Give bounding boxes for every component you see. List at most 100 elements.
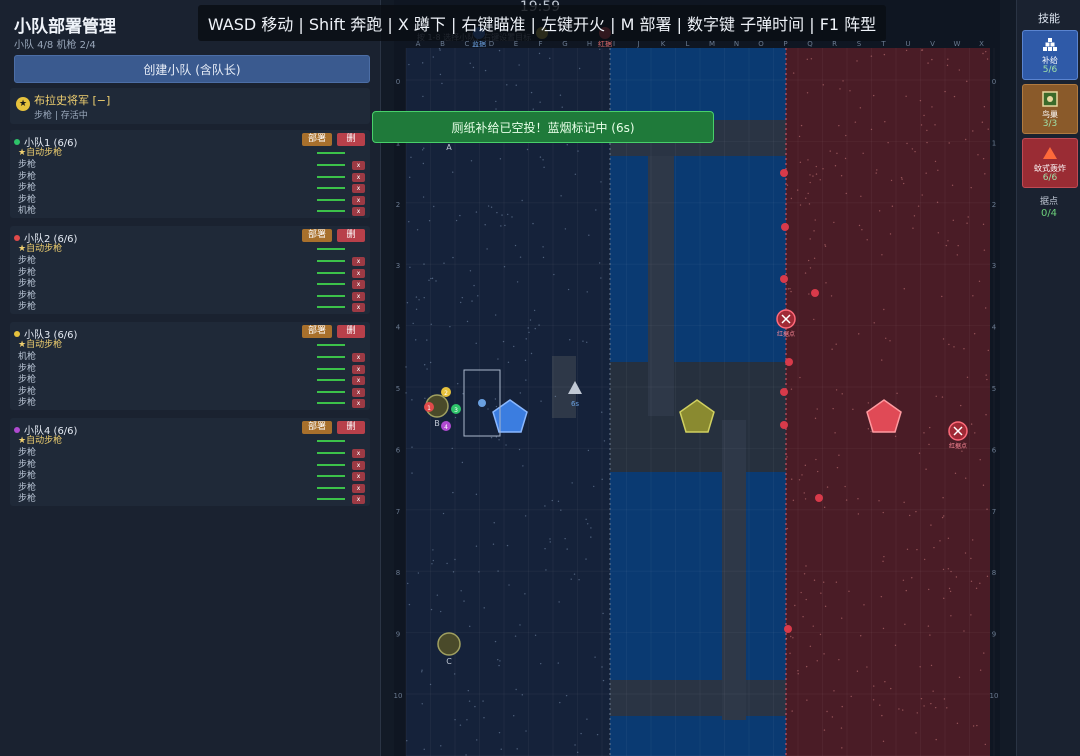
remove-member-button[interactable]: x [352, 161, 365, 170]
bird-nest-icon [1042, 91, 1058, 107]
remove-member-button[interactable]: x [352, 195, 365, 205]
terrain-speck [823, 653, 825, 655]
terrain-speck [926, 129, 928, 132]
terrain-speck [813, 230, 815, 232]
terrain-speck [947, 537, 950, 539]
squad-name: 小队3 (6/6) [24, 330, 78, 341]
grid-row-label: 7 [992, 508, 996, 516]
terrain-speck [571, 482, 573, 484]
terrain-speck [915, 510, 917, 513]
remove-member-button[interactable]: x [352, 483, 365, 493]
terrain-speck [566, 548, 568, 550]
delete-squad-button[interactable]: 删 [337, 421, 365, 434]
squad-card[interactable]: 小队2 (6/6) 部署删 ★自动步枪 步枪 x 步枪 x 步枪 x 步枪 x 步枪 x [10, 226, 370, 314]
remove-member-button[interactable]: x [352, 353, 365, 362]
skill-supply-button[interactable]: 补给 5/6 [1022, 30, 1078, 80]
terrain-speck [934, 160, 937, 163]
terrain-speck [953, 346, 955, 348]
terrain-speck [941, 295, 943, 298]
remove-member-button[interactable]: x [352, 280, 365, 289]
terrain-speck [454, 558, 456, 561]
deploy-button[interactable]: 部署 [302, 229, 332, 242]
skill-bird-nest-button[interactable]: 鸟巢 3/3 [1022, 84, 1078, 134]
squad-leader: ★自动步枪 [18, 340, 63, 350]
squad-card[interactable]: 小队4 (6/6) 部署删 ★自动步枪 步枪 x 步枪 x 步枪 x 步枪 x 步枪 x [10, 418, 370, 506]
remove-member-button[interactable]: x [352, 268, 365, 278]
remove-member-button[interactable]: x [352, 291, 365, 301]
terrain-speck [800, 124, 803, 127]
terrain-speck [882, 740, 885, 743]
terrain-speck [515, 688, 517, 691]
grid-row-label: 9 [396, 631, 400, 639]
remove-member-button[interactable]: x [352, 449, 365, 458]
grid-row-label: 6 [992, 446, 997, 454]
remove-member-button[interactable]: x [352, 460, 365, 470]
deploy-button[interactable]: 部署 [302, 325, 332, 338]
delete-squad-button[interactable]: 删 [337, 133, 365, 146]
terrain-speck [808, 203, 811, 205]
remove-member-button[interactable]: x [352, 207, 365, 216]
remove-member-button[interactable]: x [352, 172, 365, 182]
delete-squad-button[interactable]: 删 [337, 325, 365, 338]
remove-member-button[interactable]: x [352, 303, 365, 312]
terrain-speck [590, 536, 592, 538]
terrain-speck [405, 392, 407, 394]
terrain-speck [490, 436, 493, 439]
delete-squad-button[interactable]: 删 [337, 229, 365, 242]
terrain-speck [950, 615, 952, 617]
remove-member-button[interactable]: x [352, 364, 365, 374]
deploy-button[interactable]: 部署 [302, 421, 332, 434]
create-squad-button[interactable]: 创建小队 (含队长) [14, 55, 370, 83]
terrain-speck [806, 699, 808, 701]
terrain-speck [809, 174, 811, 176]
squad-leader: ★自动步枪 [18, 436, 63, 446]
remove-member-button[interactable]: x [352, 399, 365, 408]
remove-member-button[interactable]: x [352, 257, 365, 266]
terrain-speck [423, 748, 425, 751]
skill-bomber-button[interactable]: 蚊式轰炸 6/6 [1022, 138, 1078, 188]
terrain-speck [833, 221, 835, 224]
terrain-speck [438, 47, 441, 50]
terrain-speck [588, 234, 590, 236]
player-unit[interactable] [437, 632, 461, 656]
health-bar [317, 344, 345, 346]
terrain-speck [859, 107, 862, 109]
corridor [722, 420, 746, 720]
terrain-speck [411, 472, 413, 474]
remove-member-button[interactable]: x [352, 387, 365, 397]
remove-member-button[interactable]: x [352, 184, 365, 193]
terrain-speck [802, 616, 804, 618]
remove-member-button[interactable]: x [352, 472, 365, 481]
terrain-speck [916, 548, 918, 551]
terrain-speck [495, 405, 498, 408]
terrain-speck [586, 291, 588, 293]
remove-member-button[interactable]: x [352, 495, 365, 504]
general-status: 步枪 | 存活中 [34, 111, 88, 121]
squad-card[interactable]: 小队1 (6/6) 部署删 ★自动步枪 步枪 x 步枪 x 步枪 x 步枪 x 机枪 x [10, 130, 370, 218]
squad-card[interactable]: 小队3 (6/6) 部署删 ★自动步枪 机枪 x 步枪 x 步枪 x 步枪 x 步枪 x [10, 322, 370, 410]
terrain-speck [432, 559, 435, 562]
terrain-speck [979, 459, 981, 461]
terrain-speck [861, 229, 863, 231]
panel-title: 小队部署管理 [14, 17, 116, 37]
grid-row-label: 3 [396, 262, 400, 270]
terrain-speck [443, 262, 445, 264]
terrain-speck [557, 500, 560, 503]
grid-row-label: 9 [992, 631, 996, 639]
terrain-speck [475, 342, 477, 345]
terrain-speck [498, 731, 501, 734]
deploy-button[interactable]: 部署 [302, 133, 332, 146]
player-unit[interactable] [478, 399, 486, 407]
terrain-speck [930, 702, 932, 705]
terrain-speck [925, 468, 927, 470]
grid-col-label: O [758, 40, 764, 48]
terrain-speck [963, 348, 965, 350]
remove-member-button[interactable]: x [352, 376, 365, 385]
terrain-speck [415, 296, 418, 298]
grid-col-label: W [954, 40, 961, 48]
terrain-speck [927, 625, 930, 627]
terrain-speck [923, 432, 925, 434]
terrain-speck [870, 430, 872, 433]
general-card[interactable]: ★ 布拉史将军 [−] 步枪 | 存活中 [10, 88, 370, 124]
terrain-speck [569, 339, 571, 341]
